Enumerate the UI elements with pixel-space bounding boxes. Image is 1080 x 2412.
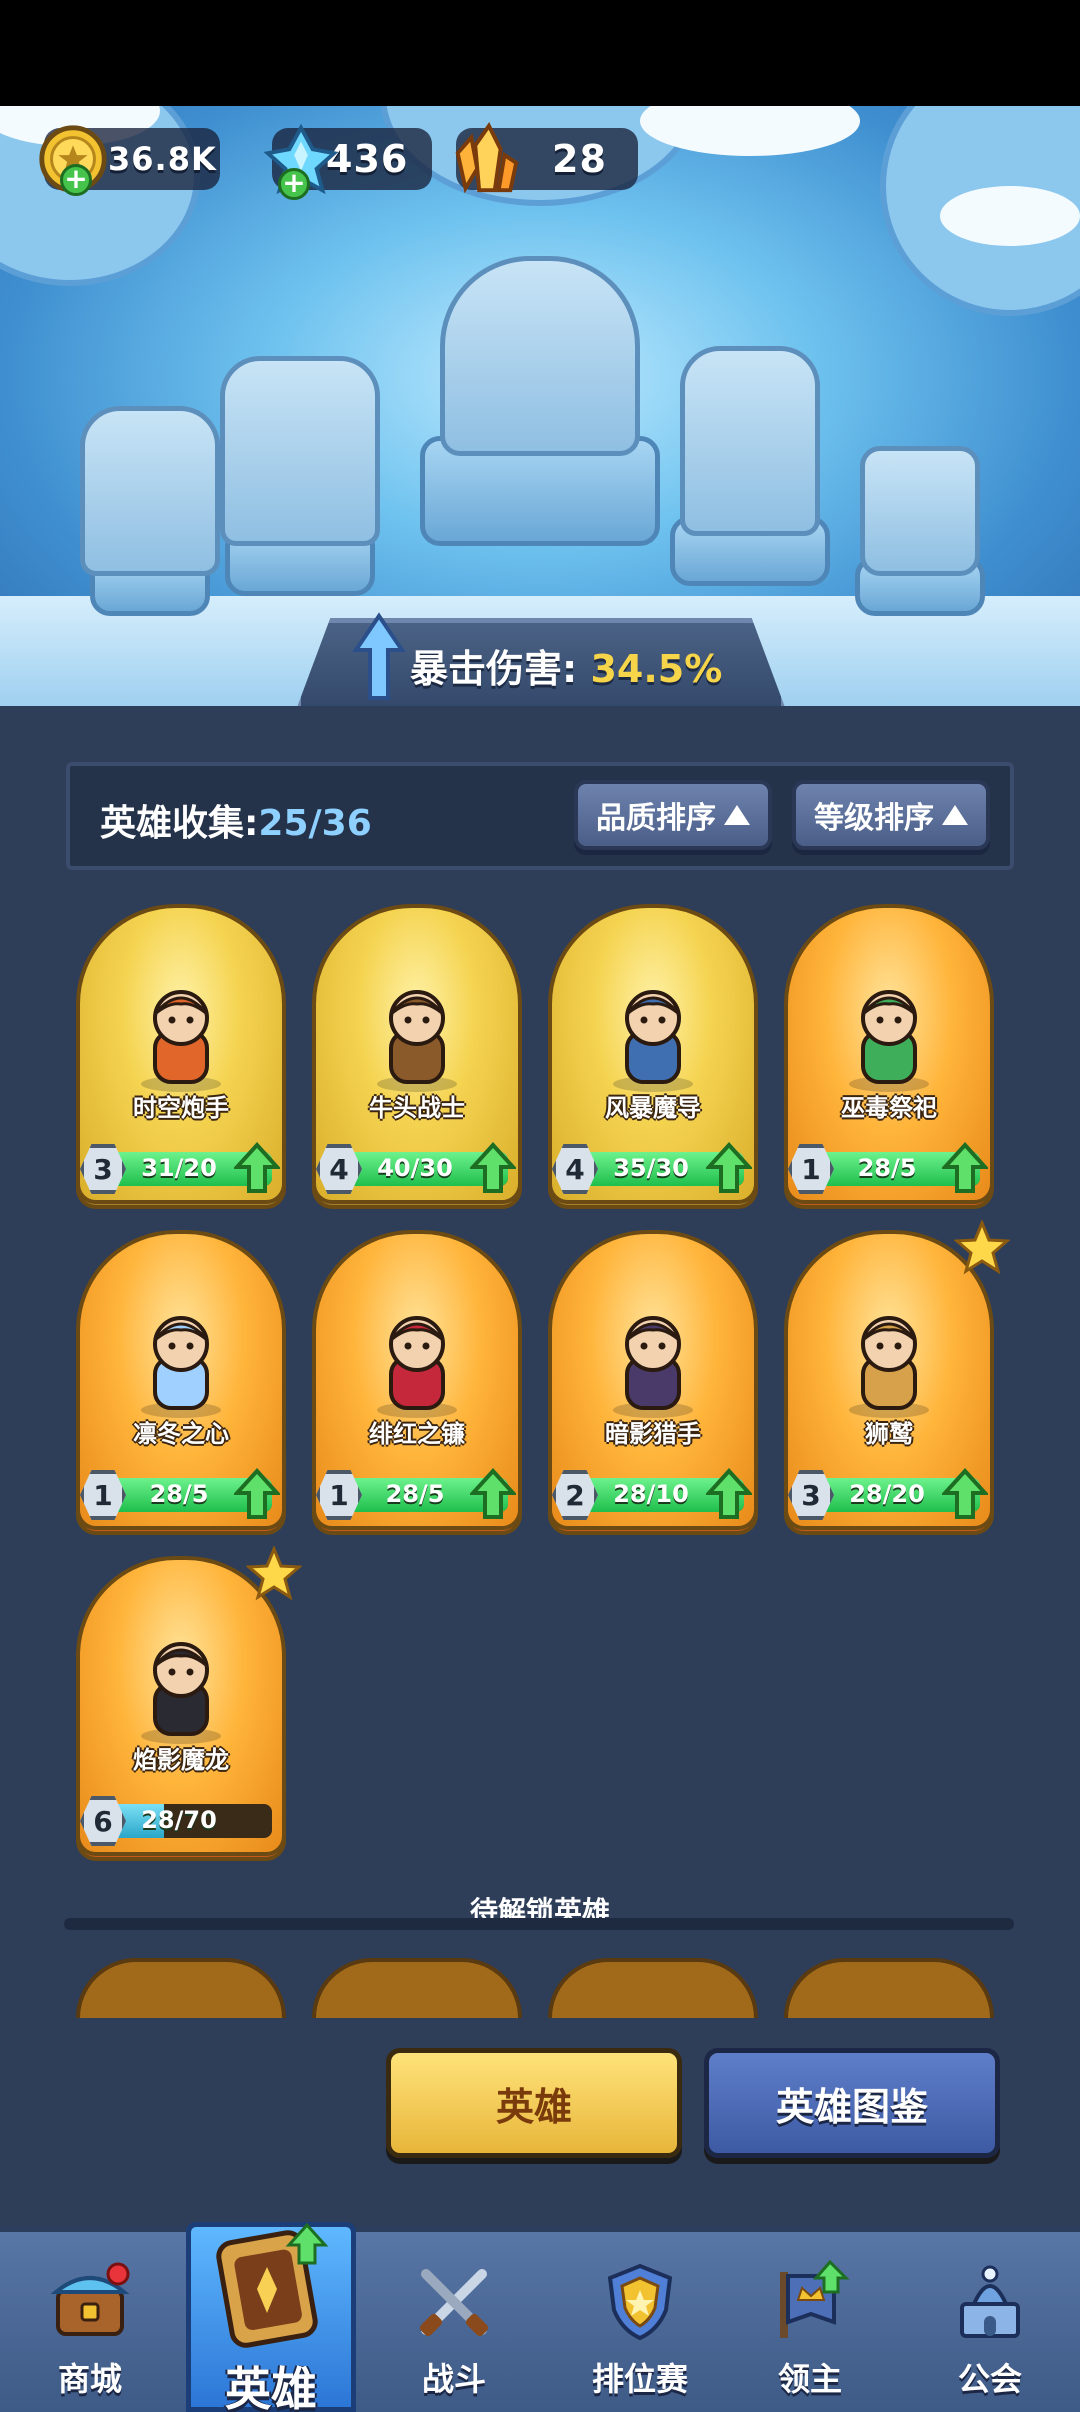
hero-portrait bbox=[141, 1642, 221, 1744]
hero-card[interactable]: 时空炮手 31/20 3 bbox=[76, 904, 286, 1212]
star-icon bbox=[954, 1220, 1010, 1275]
shard-count: 35/30 bbox=[613, 1154, 689, 1182]
shard-count: 28/5 bbox=[385, 1480, 445, 1508]
hero-card[interactable]: 凛冬之心 28/5 1 bbox=[76, 1230, 286, 1538]
hero-card[interactable]: 绯红之镰 28/5 1 bbox=[312, 1230, 522, 1538]
bonus-value: 34.5% bbox=[590, 647, 723, 691]
upgrade-arrow-icon[interactable] bbox=[234, 1142, 280, 1194]
hero-name: 巫毒祭祀 bbox=[841, 1094, 937, 1122]
shop-chest-icon bbox=[50, 2262, 130, 2336]
arrow-up-icon bbox=[352, 612, 406, 700]
lord-banner-icon bbox=[780, 2260, 850, 2338]
heroes-tab-button[interactable]: 英雄 bbox=[386, 2048, 682, 2158]
shard-count: 28/5 bbox=[149, 1480, 209, 1508]
shard-count: 31/20 bbox=[141, 1154, 217, 1182]
hero-portrait bbox=[377, 990, 457, 1092]
star-icon bbox=[246, 1546, 302, 1601]
bonus-label: 暴击伤害: bbox=[410, 647, 578, 691]
hero-card[interactable]: 暗影猎手 28/10 2 bbox=[548, 1230, 758, 1538]
hero-name: 风暴魔导 bbox=[605, 1094, 701, 1122]
locked-hero-card[interactable] bbox=[548, 1958, 758, 2018]
hero-codex-button[interactable]: 英雄图鉴 bbox=[704, 2048, 1000, 2158]
hero-hall-banner bbox=[0, 106, 1080, 706]
hero-portrait bbox=[613, 1316, 693, 1418]
nav-shop-label: 商城 bbox=[57, 2360, 122, 2398]
hero-card-icon bbox=[216, 2222, 329, 2348]
hero-portrait bbox=[141, 990, 221, 1092]
collection-title: 英雄收集: bbox=[100, 803, 259, 844]
nav-guild-label: 公会 bbox=[957, 2360, 1022, 2398]
sort-ascending-icon bbox=[942, 805, 968, 825]
locked-hero-card[interactable] bbox=[312, 1958, 522, 2018]
nav-shop[interactable]: 商城 bbox=[10, 2240, 170, 2410]
hero-name: 狮鹫 bbox=[865, 1420, 913, 1448]
hero-card[interactable]: 焰影魔龙 28/70 6 bbox=[76, 1546, 302, 1864]
sort-ascending-icon bbox=[724, 805, 750, 825]
guild-castle-icon bbox=[960, 2265, 1020, 2338]
orange-crystal-icon bbox=[455, 122, 519, 194]
blue-crystal-currency[interactable]: + 436 bbox=[263, 123, 432, 200]
upgrade-arrow-icon[interactable] bbox=[234, 1468, 280, 1520]
upgrade-arrow-icon[interactable] bbox=[706, 1142, 752, 1194]
hero-name: 暗影猎手 bbox=[605, 1420, 701, 1448]
upgrade-arrow-icon[interactable] bbox=[942, 1468, 988, 1520]
section-divider bbox=[64, 1918, 1014, 1930]
hero-card[interactable]: 牛头战士 40/30 4 bbox=[312, 904, 522, 1212]
upgrade-arrow-icon[interactable] bbox=[470, 1468, 516, 1520]
hero-portrait bbox=[849, 990, 929, 1092]
sort-level-label: 等级排序 bbox=[814, 801, 934, 836]
hero-portrait bbox=[377, 1316, 457, 1418]
hero-portrait bbox=[849, 1316, 929, 1418]
hero-name: 时空炮手 bbox=[133, 1094, 229, 1122]
hero-name: 绯红之镰 bbox=[369, 1420, 465, 1448]
sort-quality-label: 品质排序 bbox=[596, 801, 716, 836]
hero-name: 牛头战士 bbox=[369, 1094, 465, 1122]
upgrade-arrow-icon[interactable] bbox=[470, 1142, 516, 1194]
hero-portrait bbox=[613, 990, 693, 1092]
upgrade-arrow-icon[interactable] bbox=[706, 1468, 752, 1520]
orange-crystal-currency[interactable]: 28 bbox=[455, 122, 638, 194]
nav-guild[interactable]: 公会 bbox=[910, 2240, 1070, 2410]
hero-card[interactable]: 风暴魔导 35/30 4 bbox=[548, 904, 758, 1212]
nav-ranked-label: 排位赛 bbox=[591, 2360, 688, 2398]
shard-count: 28/70 bbox=[141, 1806, 217, 1834]
hero-name: 焰影魔龙 bbox=[133, 1746, 229, 1774]
collection-label: 英雄收集:25/36 bbox=[100, 794, 372, 846]
add-crystal-icon[interactable]: + bbox=[278, 168, 310, 200]
nav-hero[interactable]: 英雄 bbox=[186, 2222, 356, 2412]
gold-currency[interactable]: + 36.8K bbox=[39, 125, 220, 196]
shard-count: 28/10 bbox=[613, 1480, 689, 1508]
hero-portrait bbox=[141, 1316, 221, 1418]
sort-by-level-button[interactable]: 等级排序 bbox=[792, 780, 990, 850]
hero-name: 凛冬之心 bbox=[133, 1420, 229, 1448]
nav-battle-label: 战斗 bbox=[421, 2360, 486, 2398]
crossed-swords-icon bbox=[419, 2269, 489, 2337]
add-gold-icon[interactable]: + bbox=[60, 164, 92, 196]
locked-hero-card[interactable] bbox=[76, 1958, 286, 2018]
shard-count: 40/30 bbox=[377, 1154, 453, 1182]
sort-by-quality-button[interactable]: 品质排序 bbox=[574, 780, 772, 850]
shard-count: 28/5 bbox=[857, 1154, 917, 1182]
hero-card[interactable]: 巫毒祭祀 28/5 1 bbox=[784, 904, 994, 1212]
nav-battle[interactable]: 战斗 bbox=[374, 2240, 534, 2410]
ranked-shield-icon bbox=[607, 2263, 673, 2341]
crit-damage-bonus: 暴击伤害: 34.5% bbox=[410, 638, 722, 693]
upgrade-arrow-icon[interactable] bbox=[942, 1142, 988, 1194]
hero-card[interactable]: 狮鹫 28/20 3 bbox=[784, 1220, 1010, 1538]
locked-hero-card[interactable] bbox=[784, 1958, 994, 2018]
shard-count: 28/20 bbox=[849, 1480, 925, 1508]
gold-value: 36.8K bbox=[108, 140, 217, 178]
nav-ranked[interactable]: 排位赛 bbox=[560, 2240, 720, 2410]
nav-lord-label: 领主 bbox=[777, 2360, 842, 2398]
nav-lord[interactable]: 领主 bbox=[730, 2240, 890, 2410]
orange-crystal-value: 28 bbox=[552, 137, 607, 181]
nav-hero-label: 英雄 bbox=[225, 2362, 317, 2412]
collection-value: 25/36 bbox=[258, 803, 372, 844]
status-bar bbox=[0, 0, 1080, 106]
